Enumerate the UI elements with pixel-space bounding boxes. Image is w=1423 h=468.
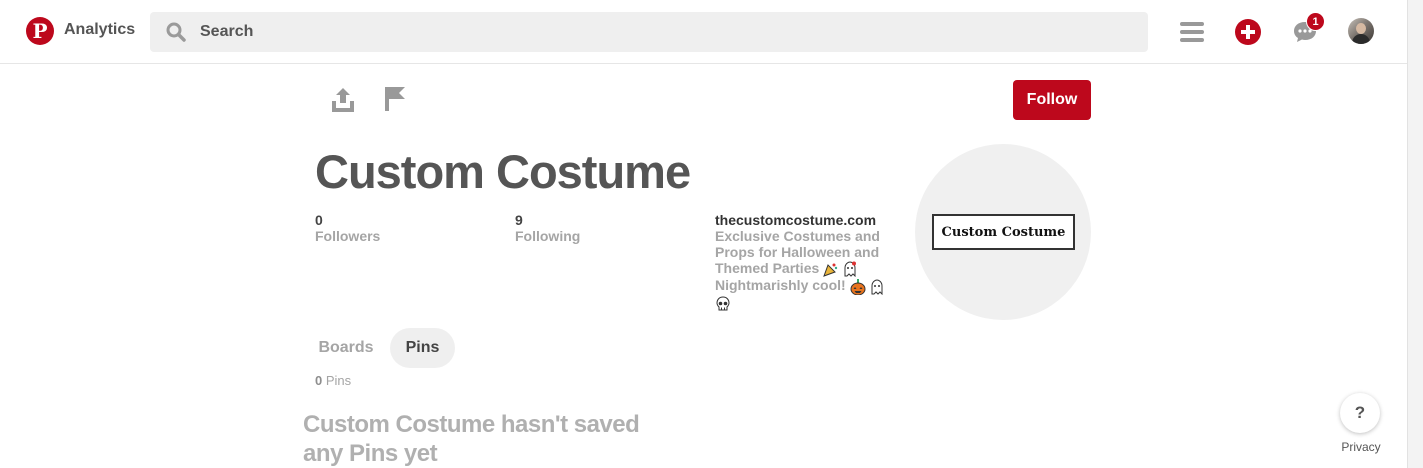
tab-pins[interactable]: Pins [390, 328, 455, 368]
share-icon[interactable] [330, 86, 356, 114]
website-link[interactable]: thecustomcostume.com [715, 212, 893, 228]
skull-icon [716, 296, 730, 311]
pins-count: 0 Pins [315, 373, 352, 388]
following-stat[interactable]: 9 Following [515, 212, 580, 244]
empty-state-message: Custom Costume hasn't saved any Pins yet [303, 411, 640, 467]
followers-count: 0 [315, 212, 323, 228]
followers-stat[interactable]: 0 Followers [315, 212, 380, 244]
profile-about: thecustomcostume.com Exclusive Costumes … [715, 212, 893, 312]
party-popper-icon [823, 263, 838, 277]
add-pin-icon[interactable] [1235, 19, 1261, 45]
help-button[interactable]: ? [1340, 393, 1380, 433]
ghost-icon [844, 261, 857, 278]
search-icon [166, 22, 186, 42]
top-nav-bar: P Analytics 1 [0, 0, 1407, 64]
ghost-icon [871, 279, 883, 295]
report-flag-icon[interactable] [384, 86, 406, 112]
brand-logo: Custom Costume [932, 214, 1075, 250]
menu-icon[interactable] [1180, 22, 1204, 42]
profile-bio: Exclusive Costumes and Props for Hallowe… [715, 228, 893, 312]
pinterest-logo-icon[interactable]: P [26, 17, 54, 45]
notification-badge: 1 [1306, 12, 1325, 31]
following-count: 9 [515, 212, 523, 228]
analytics-link[interactable]: Analytics [64, 21, 135, 39]
tab-boards[interactable]: Boards [308, 328, 384, 368]
avatar[interactable] [1348, 18, 1374, 44]
following-label: Following [515, 228, 581, 244]
followers-label: Followers [315, 228, 381, 244]
profile-name: Custom Costume [315, 145, 691, 198]
search-input[interactable] [200, 12, 1100, 52]
scrollbar[interactable] [1407, 0, 1423, 468]
privacy-link[interactable]: Privacy [1336, 438, 1386, 460]
follow-button[interactable]: Follow [1013, 80, 1091, 120]
jack-o-lantern-icon [850, 278, 866, 295]
